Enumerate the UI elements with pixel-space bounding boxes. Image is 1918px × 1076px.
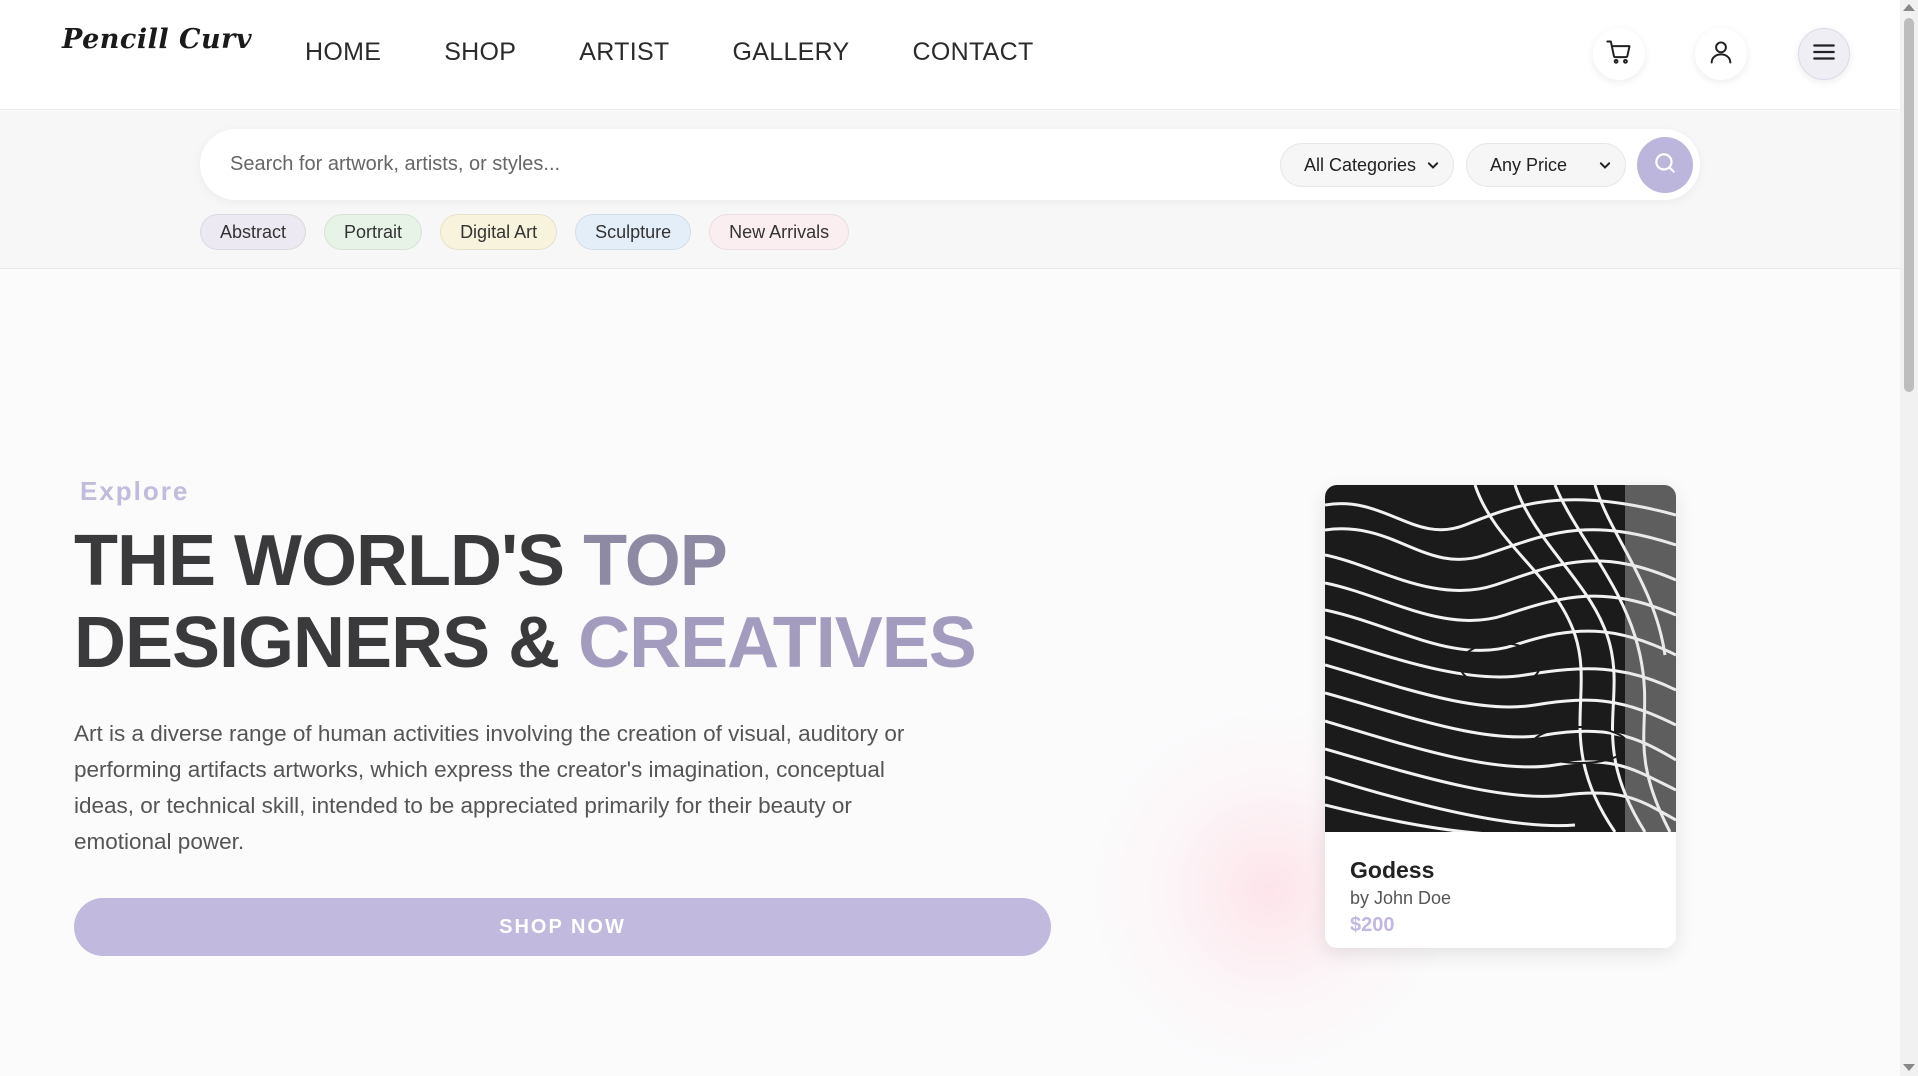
headline-accent: TOP [583, 521, 728, 601]
user-icon [1707, 38, 1735, 71]
search-icon [1652, 150, 1678, 181]
scroll-down-icon[interactable] [1903, 1064, 1915, 1071]
nav-shop[interactable]: SHOP [444, 38, 516, 67]
account-button[interactable] [1695, 28, 1747, 80]
headline-part: DESIGNERS & [74, 603, 579, 683]
chip-digital-art[interactable]: Digital Art [440, 214, 558, 250]
artwork-artist: by John Doe [1350, 888, 1452, 908]
menu-icon [1811, 39, 1837, 70]
menu-button[interactable] [1798, 28, 1850, 80]
brand-logo[interactable]: Pencill Curv [62, 24, 252, 55]
scroll-up-icon[interactable] [1903, 4, 1915, 11]
nav-artist[interactable]: ARTIST [579, 38, 669, 67]
headline-accent: CREATIVES [578, 603, 977, 683]
chip-new-arrivals[interactable]: New Arrivals [709, 214, 850, 250]
artwork-image[interactable] [1325, 485, 1676, 832]
scrollbar[interactable] [1900, 0, 1918, 1076]
featured-artwork-card[interactable]: Godess by John Doe $200 [1325, 485, 1676, 948]
site-header: Pencill Curv HOME SHOP ARTIST GALLERY CO… [0, 0, 1900, 110]
hero-headline: THE WORLD'S TOP DESIGNERS & CREATIVES [74, 520, 1074, 684]
category-select-value: All Categories [1304, 154, 1417, 175]
price-select[interactable]: Any Price [1466, 143, 1626, 187]
search-bar: All Categories Any Price [200, 129, 1700, 200]
chip-portrait[interactable]: Portrait [324, 214, 423, 250]
search-section: All Categories Any Price Abstract Portra… [0, 111, 1900, 269]
hero-description: Art is a diverse range of human activiti… [74, 721, 905, 854]
headline-part: THE WORLD'S [74, 521, 584, 601]
nav-gallery[interactable]: GALLERY [733, 38, 850, 67]
category-select[interactable]: All Categories [1280, 143, 1454, 187]
chip-sculpture[interactable]: Sculpture [575, 214, 692, 250]
category-chips: Abstract Portrait Digital Art Sculpture … [200, 214, 850, 250]
nav-contact[interactable]: CONTACT [913, 38, 1034, 67]
artwork-title[interactable]: Godess [1350, 857, 1434, 884]
chip-abstract[interactable]: Abstract [200, 214, 307, 250]
cart-button[interactable] [1593, 28, 1645, 80]
artwork-price: $200 [1350, 914, 1395, 936]
price-select-value: Any Price [1490, 154, 1568, 175]
cart-icon [1605, 38, 1633, 71]
chevron-down-icon [1595, 155, 1615, 180]
search-input[interactable] [230, 129, 1230, 200]
search-button[interactable] [1637, 137, 1693, 193]
scroll-thumb[interactable] [1904, 18, 1914, 392]
main-nav: HOME SHOP ARTIST GALLERY CONTACT [305, 38, 1097, 67]
nav-home[interactable]: HOME [305, 38, 381, 67]
chevron-down-icon [1423, 155, 1443, 180]
shop-now-button[interactable]: SHOP NOW [74, 898, 1051, 956]
hero-eyebrow: Explore [80, 476, 190, 506]
